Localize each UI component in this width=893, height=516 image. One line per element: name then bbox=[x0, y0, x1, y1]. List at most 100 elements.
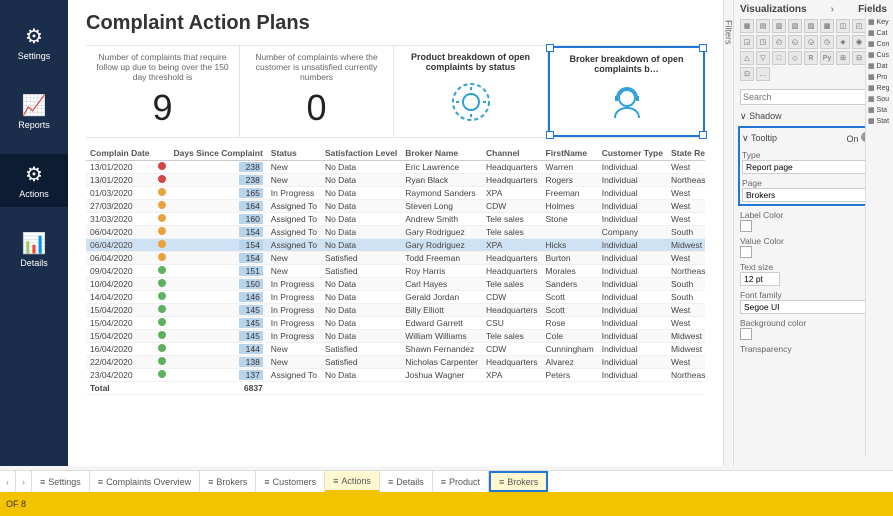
tab-icon: ≡ bbox=[333, 476, 338, 486]
field-item[interactable]: ▦ Reg bbox=[868, 84, 891, 92]
selection-handle[interactable] bbox=[546, 131, 554, 139]
viz-type-button[interactable]: ▨ bbox=[804, 19, 818, 33]
table-row[interactable]: 15/04/2020145In ProgressNo DataEdward Ga… bbox=[86, 317, 705, 330]
viz-type-button[interactable]: △ bbox=[740, 51, 754, 65]
priority-icon bbox=[156, 303, 167, 314]
viz-type-button[interactable]: ◇ bbox=[788, 51, 802, 65]
selection-handle[interactable] bbox=[546, 44, 554, 52]
viz-type-button[interactable]: ⊞ bbox=[836, 51, 850, 65]
tab-scroll-right[interactable]: › bbox=[16, 471, 32, 492]
page-tab[interactable]: ≡Brokers bbox=[489, 471, 548, 492]
table-row[interactable]: 15/04/2020145In ProgressNo DataBilly Ell… bbox=[86, 304, 705, 317]
page-tab[interactable]: ≡Product bbox=[433, 471, 489, 492]
filters-label: Filters bbox=[724, 20, 734, 45]
viz-type-button[interactable]: ◵ bbox=[788, 35, 802, 49]
table-row[interactable]: 15/04/2020145In ProgressNo DataWilliam W… bbox=[86, 330, 705, 343]
viz-type-button[interactable]: ◷ bbox=[820, 35, 834, 49]
table-row[interactable]: 13/01/2020238NewNo DataEric LawrenceHead… bbox=[86, 161, 705, 174]
kpi-product-breakdown[interactable]: Product breakdown of open complaints by … bbox=[394, 46, 548, 137]
details-icon: 📊 bbox=[22, 231, 47, 256]
field-item[interactable]: ▦ Pro bbox=[868, 73, 891, 81]
viz-type-button[interactable]: ▦ bbox=[740, 19, 754, 33]
column-header[interactable]: Status bbox=[267, 146, 321, 161]
field-item[interactable]: ▦ Cat bbox=[868, 29, 891, 37]
table-row[interactable]: 22/04/2020138NewSatisfiedNicholas Carpen… bbox=[86, 356, 705, 369]
table-row[interactable]: 16/04/2020144NewSatisfiedShawn Fernandez… bbox=[86, 343, 705, 356]
viz-type-button[interactable]: ▽ bbox=[756, 51, 770, 65]
viz-type-button[interactable]: ◳ bbox=[756, 35, 770, 49]
page-tab[interactable]: ≡Settings bbox=[32, 471, 90, 492]
table-row[interactable]: 10/04/2020150In ProgressNo DataCarl Haye… bbox=[86, 278, 705, 291]
kpi-broker-breakdown[interactable]: Broker breakdown of open complaints b… bbox=[548, 46, 705, 137]
label-color-swatch[interactable] bbox=[740, 220, 752, 232]
sidebar-item-settings[interactable]: ⚙Settings bbox=[0, 16, 68, 69]
viz-type-button[interactable]: ▩ bbox=[820, 19, 834, 33]
value-color-swatch[interactable] bbox=[740, 246, 752, 258]
field-item[interactable]: ▦ Sou bbox=[868, 95, 891, 103]
text-size-input[interactable] bbox=[740, 272, 780, 286]
tab-scroll-left[interactable]: ‹ bbox=[0, 471, 16, 492]
field-item[interactable]: ▦ Sta bbox=[868, 106, 891, 114]
viz-type-button[interactable]: ▤ bbox=[756, 19, 770, 33]
column-header[interactable]: Broker Name bbox=[401, 146, 482, 161]
table-row[interactable]: 09/04/2020151NewSatisfiedRoy HarrisHeadq… bbox=[86, 265, 705, 278]
viz-type-button[interactable]: ◲ bbox=[740, 35, 754, 49]
complaints-table[interactable]: Complain DateDays Since ComplaintStatusS… bbox=[86, 146, 705, 454]
column-header[interactable]: Satisfaction Level bbox=[321, 146, 401, 161]
page-tab[interactable]: ≡Customers bbox=[256, 471, 325, 492]
column-header[interactable]: Complain Date bbox=[86, 146, 154, 161]
viz-type-button[interactable]: ◴ bbox=[772, 35, 786, 49]
column-header[interactable]: Customer Type bbox=[598, 146, 667, 161]
sidebar-item-reports[interactable]: 📈Reports bbox=[0, 85, 68, 138]
table-row[interactable]: 06/04/2020154Assigned ToNo DataGary Rodr… bbox=[86, 226, 705, 239]
viz-type-button[interactable]: … bbox=[756, 67, 770, 81]
field-item[interactable]: ▦ Con bbox=[868, 40, 891, 48]
field-item[interactable]: ▦ Key bbox=[868, 18, 891, 26]
page-tab[interactable]: ≡Complaints Overview bbox=[90, 471, 200, 492]
viz-type-button[interactable]: ◫ bbox=[836, 19, 850, 33]
priority-icon bbox=[156, 160, 167, 171]
table-row[interactable]: 27/03/2020164Assigned ToNo DataSteven Lo… bbox=[86, 200, 705, 213]
viz-type-button[interactable]: ◈ bbox=[836, 35, 850, 49]
table-row[interactable]: 01/03/2020165In ProgressNo DataRaymond S… bbox=[86, 187, 705, 200]
filters-pane-collapsed[interactable]: Filters bbox=[723, 0, 733, 466]
viz-type-button[interactable]: ◶ bbox=[804, 35, 818, 49]
table-row[interactable]: 31/03/2020160Assigned ToNo DataAndrew Sm… bbox=[86, 213, 705, 226]
fields-list[interactable]: ▦ Key ▦ Cat ▦ Con ▦ Cus ▦ Dat ▦ Pro ▦ Reg ▦ Sou… bbox=[865, 16, 893, 456]
column-header[interactable]: Channel bbox=[482, 146, 542, 161]
column-header[interactable]: State Regions bbox=[667, 146, 705, 161]
field-item[interactable]: ▦ Cus bbox=[868, 51, 891, 59]
viz-type-button[interactable]: ◉ bbox=[852, 35, 866, 49]
viz-type-button[interactable]: □ bbox=[772, 51, 786, 65]
selection-handle[interactable] bbox=[699, 131, 707, 139]
report-canvas: Complaint Action Plans Number of complai… bbox=[68, 0, 723, 466]
viz-type-button[interactable]: ◰ bbox=[852, 19, 866, 33]
tooltip-page-select[interactable] bbox=[742, 188, 885, 202]
viz-type-button[interactable]: Py bbox=[820, 51, 834, 65]
table-row[interactable]: 14/04/2020146In ProgressNo DataGerald Jo… bbox=[86, 291, 705, 304]
selection-handle[interactable] bbox=[699, 44, 707, 52]
field-item[interactable]: ▦ Dat bbox=[868, 62, 891, 70]
kpi-followup[interactable]: Number of complaints that require follow… bbox=[86, 46, 240, 137]
field-item[interactable]: ▦ Stat bbox=[868, 117, 891, 125]
viz-type-button[interactable]: ▥ bbox=[772, 19, 786, 33]
tooltip-type-select[interactable] bbox=[742, 160, 885, 174]
page-tab[interactable]: ≡Actions bbox=[325, 471, 380, 492]
bg-color-swatch[interactable] bbox=[740, 328, 752, 340]
sidebar-item-actions[interactable]: ⚙Actions bbox=[0, 154, 68, 207]
kpi-unsatisfied[interactable]: Number of complaints where the customer … bbox=[240, 46, 394, 137]
table-row[interactable]: 06/04/2020154Assigned ToNo DataGary Rodr… bbox=[86, 239, 705, 252]
page-tab[interactable]: ≡Details bbox=[380, 471, 433, 492]
table-row[interactable]: 13/01/2020238NewNo DataRyan BlackHeadqua… bbox=[86, 174, 705, 187]
sidebar-item-details[interactable]: 📊Details bbox=[0, 223, 68, 276]
table-row[interactable]: 06/04/2020154NewSatisfiedTodd FreemanHea… bbox=[86, 252, 705, 265]
viz-type-button[interactable]: ⊡ bbox=[740, 67, 754, 81]
column-header[interactable]: Days Since Complaint bbox=[170, 146, 267, 161]
column-header[interactable]: FirstName bbox=[542, 146, 598, 161]
viz-type-button[interactable]: ▧ bbox=[788, 19, 802, 33]
viz-type-button[interactable]: ⊟ bbox=[852, 51, 866, 65]
viz-type-button[interactable]: R bbox=[804, 51, 818, 65]
page-tab[interactable]: ≡Brokers bbox=[200, 471, 256, 492]
table-row[interactable]: 23/04/2020137Assigned ToNo DataJoshua Wa… bbox=[86, 369, 705, 382]
column-header[interactable] bbox=[154, 146, 170, 161]
